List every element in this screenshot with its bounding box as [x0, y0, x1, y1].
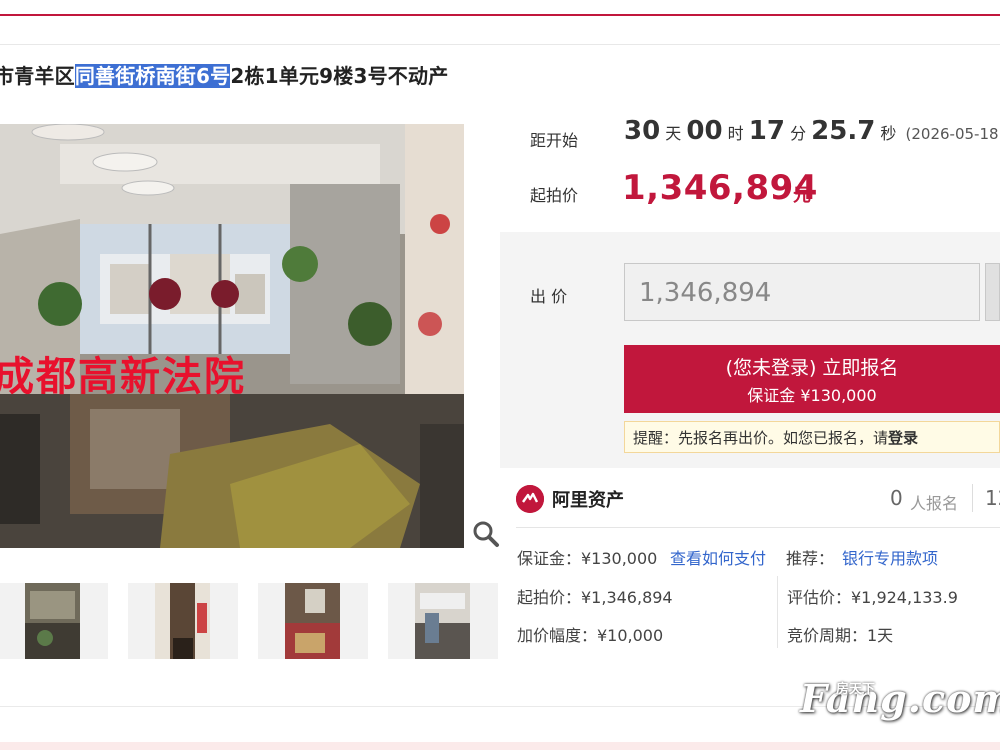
title-highlight: 同善街桥南街6号 — [74, 64, 231, 88]
thumbnail-3[interactable] — [258, 583, 368, 659]
countdown-date: (2026-05-18 — [905, 125, 999, 143]
countdown-minutes-unit: 分 — [790, 124, 807, 143]
appraisal-info: 评估价：¥1,924,133.9 — [787, 588, 958, 607]
countdown: 30 天 00 时 17 分 25.7 秒 (2026-05-18 — [624, 116, 999, 146]
increment-info: 加价幅度：¥10,000 — [517, 626, 664, 645]
signup-button-label: (您未登录) 立即报名 — [725, 357, 899, 379]
thumbnail-image — [155, 583, 210, 659]
countdown-hours: 00 — [686, 116, 723, 146]
start-price-label: 起拍价 — [530, 186, 579, 205]
login-link[interactable]: 登录 — [888, 429, 918, 447]
platform-name: 阿里资产 — [552, 490, 624, 511]
reminder-tip: 提醒：先报名再出价。如您已报名，请登录 — [624, 421, 1000, 453]
signup-button-deposit: 保证金 ¥130,000 — [747, 386, 877, 405]
bid-price-input[interactable]: 1,346,894 — [624, 263, 980, 321]
countdown-label: 距开始 — [530, 131, 579, 150]
zoom-icon[interactable] — [470, 518, 502, 550]
title-suffix: 2栋1单元9楼3号不动产 — [230, 64, 449, 88]
thumbnail-4[interactable] — [388, 583, 498, 659]
title-prefix: 市青羊区 — [0, 64, 75, 88]
countdown-days: 30 — [624, 116, 661, 146]
countdown-minutes: 17 — [748, 116, 785, 146]
thumbnail-1[interactable] — [0, 583, 108, 659]
main-photo[interactable]: 成都高新法院 — [0, 124, 464, 548]
recommend-label: 推荐： — [786, 549, 835, 568]
thumbnail-image — [25, 583, 80, 659]
divider — [777, 576, 778, 648]
countdown-seconds: 25.7 — [811, 116, 876, 146]
footer-band — [0, 742, 1000, 750]
countdown-seconds-unit: 秒 — [880, 124, 897, 143]
header-divider — [0, 44, 1000, 45]
bank-payment-link[interactable]: 银行专用款项 — [842, 545, 938, 569]
countdown-days-unit: 天 — [665, 124, 682, 143]
deposit-info: 保证金：¥130,000 — [517, 549, 658, 568]
period-info: 竞价周期：1天 — [787, 626, 894, 645]
registered-count: 0 — [890, 486, 903, 510]
thumbnail-2[interactable] — [128, 583, 238, 659]
page-title: 市青羊区同善街桥南街6号2栋1单元9楼3号不动产 — [0, 60, 448, 89]
start-price-unit: 元 — [793, 185, 811, 206]
living-room-photo — [0, 124, 464, 548]
fang-watermark-cn: 房天下 — [836, 682, 876, 697]
signup-button[interactable]: (您未登录) 立即报名 保证金 ¥130,000 — [624, 345, 1000, 413]
thumbnail-image — [285, 583, 340, 659]
how-to-pay-link[interactable]: 查看如何支付 — [670, 545, 766, 569]
photo-watermark-text: 成都高新法院 — [0, 354, 246, 400]
fang-watermark: Fang.com — [800, 676, 1000, 721]
divider — [972, 484, 973, 512]
registered-label: 人报名 — [910, 494, 959, 513]
start-price-info: 起拍价：¥1,346,894 — [517, 588, 673, 607]
bid-label: 出 价 — [530, 287, 568, 306]
divider — [516, 527, 1000, 528]
top-accent-line — [0, 14, 1000, 16]
start-price-value: 1,346,894 — [622, 168, 818, 208]
countdown-hours-unit: 时 — [727, 124, 744, 143]
thumbnail-image — [415, 583, 470, 659]
reminder-text: 提醒：先报名再出价。如您已报名，请 — [633, 429, 889, 447]
viewer-count: 12 — [985, 486, 1000, 510]
bid-stepper[interactable] — [985, 263, 1000, 321]
ali-assets-logo-icon — [516, 485, 544, 513]
